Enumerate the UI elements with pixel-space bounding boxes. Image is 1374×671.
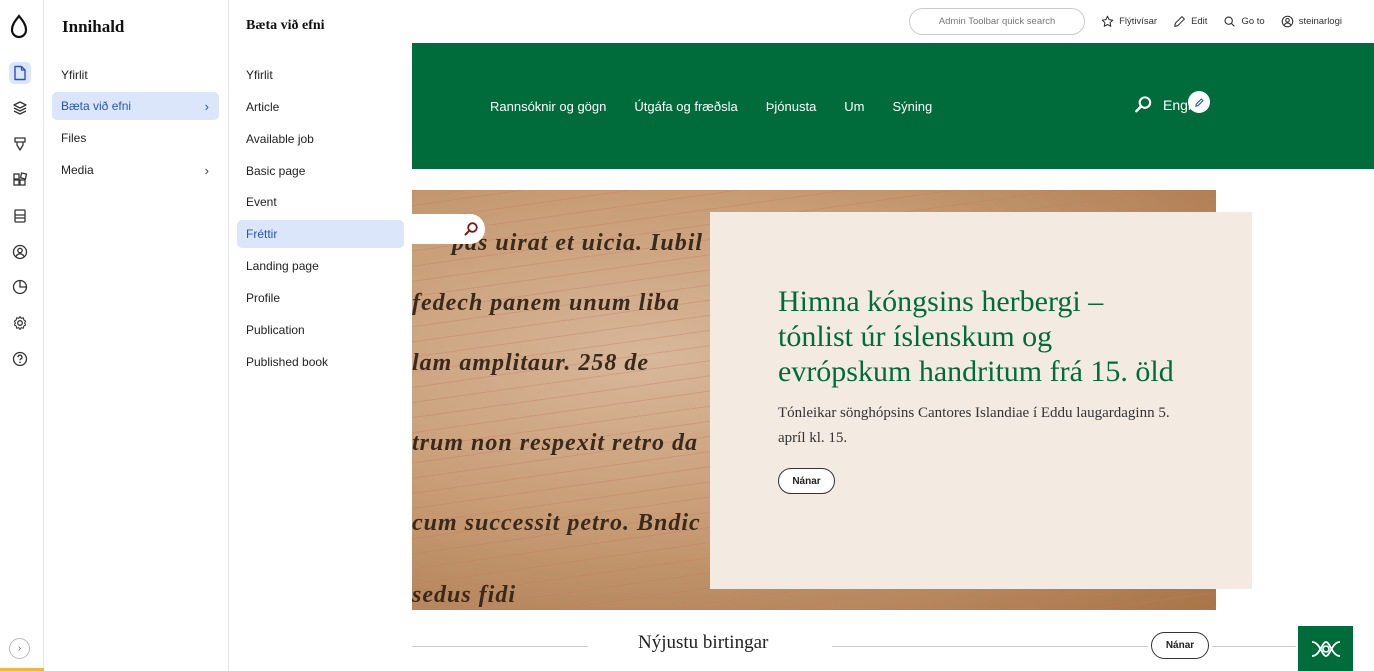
reports-icon[interactable] <box>9 276 31 298</box>
toolbar-quick-search-placeholder: Admin Toolbar quick search <box>938 15 1056 27</box>
latest-more-button[interactable]: Nánar <box>1151 632 1209 659</box>
menu-item-label: Profile <box>246 291 281 305</box>
goto-link[interactable]: Go to <box>1223 15 1265 28</box>
menu-item-label: Fréttir <box>246 227 278 241</box>
edit-link[interactable]: Edit <box>1173 15 1207 28</box>
content-icon[interactable] <box>9 62 31 84</box>
manuscript-text: pas uirat et uicia. Iubil <box>452 230 704 256</box>
divider <box>1212 646 1296 647</box>
latest-title: Nýjustu birtingar <box>638 632 769 653</box>
help-icon[interactable] <box>9 348 31 370</box>
nav-item-publishing[interactable]: Útgáfa og fræðsla <box>634 99 737 114</box>
language-switch[interactable]: Engl <box>1163 97 1191 113</box>
menu-item-available-job[interactable]: Available job <box>237 125 404 153</box>
menu-item-label: Article <box>246 100 280 114</box>
hero-title: Himna kóngsins herbergi – tónlist úr ísl… <box>778 285 1174 388</box>
hero-subtitle: Tónleikar sönghópsins Cantores Islandiae… <box>778 405 1170 446</box>
menu-item-profile[interactable]: Profile <box>237 284 404 312</box>
manuscript-text: trum non respexit retro da <box>412 430 699 456</box>
menu-item-label: Landing page <box>246 259 319 273</box>
shortcuts-link[interactable]: Flýtivísar <box>1101 15 1157 28</box>
menu-item-label: Media <box>61 163 94 177</box>
nav-item-research[interactable]: Rannsóknir og gögn <box>490 99 606 114</box>
menu-item-published-book[interactable]: Published book <box>237 348 404 376</box>
menu-item-label: Available job <box>246 132 314 146</box>
menu-item-overview[interactable]: Yfirlit <box>52 61 219 89</box>
menu-item-files[interactable]: Files <box>52 124 219 152</box>
menu-item-add-content[interactable]: Bæta við efni › <box>52 92 219 120</box>
nav-item-about[interactable]: Um <box>844 99 864 114</box>
manuscript-text: cum successit petro. Bndic <box>412 510 701 536</box>
panel-title: Bæta við efni <box>246 18 325 33</box>
hero-more-button[interactable]: Nánar <box>778 468 835 494</box>
knot-logo-icon <box>1311 640 1340 657</box>
menu-item-label: Bæta við efni <box>61 99 132 113</box>
menu-item-overview[interactable]: Yfirlit <box>237 61 404 89</box>
menu-item-label: Publication <box>246 323 305 337</box>
menu-item-publication[interactable]: Publication <box>237 316 404 344</box>
add-content-panel: Bæta við efni Yfirlit Article Available … <box>229 0 412 671</box>
menu-item-event[interactable]: Event <box>237 188 404 216</box>
manuscript-text: fedech panem unum liba <box>412 290 681 316</box>
extend-icon[interactable] <box>9 169 31 191</box>
people-icon[interactable] <box>9 241 31 263</box>
admin-icon-rail: › <box>0 0 44 671</box>
edit-label: Edit <box>1191 15 1208 27</box>
toolbar-quick-search[interactable]: Admin Toolbar quick search <box>909 7 1086 35</box>
menu-item-news[interactable]: Fréttir <box>237 220 404 248</box>
pencil-icon <box>1174 15 1185 27</box>
config-icon[interactable] <box>9 205 31 227</box>
expand-sidebar-button[interactable]: › <box>9 638 30 659</box>
divider <box>412 646 588 647</box>
menu-item-basic-page[interactable]: Basic page <box>237 157 404 185</box>
manuscript-text: sedus fidi <box>412 582 517 608</box>
header-tools: Engl <box>1134 95 1191 114</box>
drupal-logo-icon[interactable] <box>9 14 29 40</box>
manuscript-text: lam amplitaur. 258 de <box>412 350 650 376</box>
settings-icon[interactable] <box>9 312 31 334</box>
user-menu[interactable]: steinarlogi <box>1281 15 1342 28</box>
chevron-right-icon: › <box>17 643 22 654</box>
panel-title: Innihald <box>62 17 125 36</box>
site-header: Rannsóknir og gögn Útgáfa og fræðsla Þjó… <box>412 43 1374 169</box>
divider <box>832 646 1148 647</box>
menu-item-label: Published book <box>246 355 329 369</box>
shortcuts-label: Flýtivísar <box>1119 15 1158 27</box>
admin-toolbar: Admin Toolbar quick search Flýtivísar Ed… <box>412 0 1374 42</box>
nav-item-services[interactable]: Þjónusta <box>766 99 817 114</box>
menu-item-landing-page[interactable]: Landing page <box>237 252 404 280</box>
chevron-right-icon: › <box>204 162 209 178</box>
hero-search-tab[interactable] <box>412 214 485 244</box>
site-logo-badge[interactable] <box>1298 626 1353 671</box>
menu-item-article[interactable]: Article <box>237 93 404 121</box>
main-nav: Rannsóknir og gögn Útgáfa og fræðsla Þjó… <box>490 99 932 114</box>
menu-item-label: Basic page <box>246 164 306 178</box>
menu-item-label: Files <box>61 131 87 145</box>
appearance-icon[interactable] <box>9 133 31 155</box>
search-icon[interactable] <box>1134 95 1153 114</box>
menu-item-label: Yfirlit <box>246 68 273 82</box>
hero-card: Himna kóngsins herbergi – tónlist úr ísl… <box>710 212 1252 589</box>
star-icon <box>1101 15 1114 27</box>
chevron-right-icon: › <box>204 98 209 114</box>
search-icon <box>1224 15 1236 27</box>
pencil-icon <box>1194 97 1204 107</box>
search-icon <box>464 222 478 236</box>
user-label: steinarlogi <box>1298 15 1342 27</box>
menu-item-label: Event <box>246 195 277 209</box>
nav-item-exhibition[interactable]: Sýning <box>893 99 933 114</box>
content-menu-panel: Innihald Yfirlit Bæta við efni › Files M… <box>44 0 229 671</box>
structure-icon[interactable] <box>9 97 31 119</box>
menu-item-label: Yfirlit <box>61 68 88 82</box>
contextual-edit-button[interactable] <box>1188 91 1210 113</box>
user-icon <box>1281 15 1293 27</box>
goto-label: Go to <box>1241 15 1265 27</box>
menu-item-media[interactable]: Media › <box>52 156 219 184</box>
